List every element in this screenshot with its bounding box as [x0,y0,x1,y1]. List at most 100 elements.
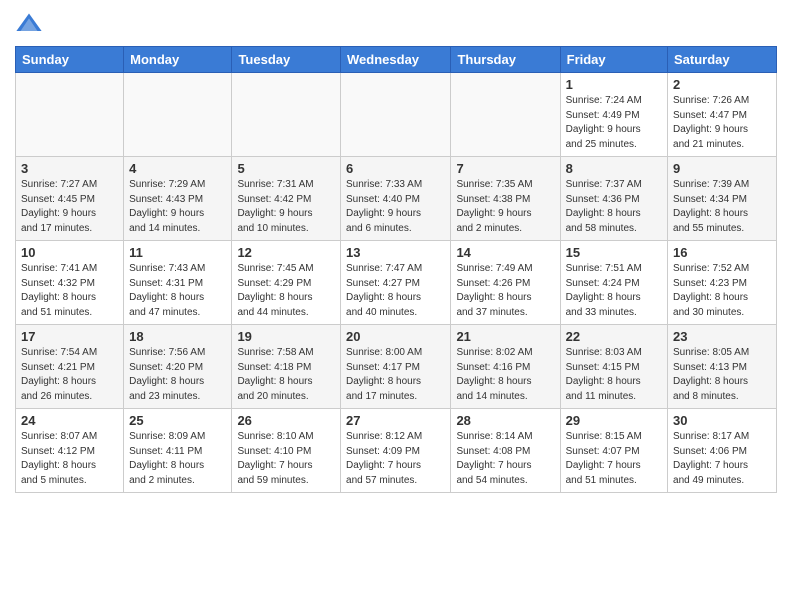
day-number: 14 [456,245,554,260]
calendar-cell: 8Sunrise: 7:37 AM Sunset: 4:36 PM Daylig… [560,157,667,241]
day-number: 15 [566,245,662,260]
day-info: Sunrise: 7:47 AM Sunset: 4:27 PM Dayligh… [346,262,445,320]
calendar-cell: 29 Sunrise: 8:15 AM Sunset: 4:07 PM Dayli… [560,409,667,493]
day-info: Sunrise: 7:43 AM Sunset: 4:31 PM Dayligh… [129,262,226,320]
calendar-cell [232,73,341,157]
calendar-cell: 21Sunrise: 8:02 AM Sunset: 4:16 PM Dayli… [451,325,560,409]
calendar-cell: 23 Sunrise: 8:05 AM Sunset: 4:13 PM Dayli… [668,325,777,409]
header [15,10,777,38]
calendar: Sunday Monday Tuesday Wednesday Thursday… [15,46,777,493]
day-number: 1 [566,77,662,92]
day-number: 17 [21,329,118,344]
day-info: Sunrise: 7:24 AM Sunset: 4:49 PM Dayligh… [566,94,662,152]
calendar-cell: 28 Sunrise: 8:14 AM Sunset: 4:08 PM Dayli… [451,409,560,493]
day-info: Sunrise: 8:10 AM Sunset: 4:10 PM Dayligh… [237,430,335,488]
day-info: Sunrise: 8:03 AM Sunset: 4:15 PM Dayligh… [566,346,662,404]
calendar-header-row: Sunday Monday Tuesday Wednesday Thursday… [16,47,777,73]
day-number: 7 [456,161,554,176]
day-number: 10 [21,245,118,260]
day-number: 22 [566,329,662,344]
day-info: Sunrise: 8:15 AM Sunset: 4:07 PM Dayligh… [566,430,662,488]
calendar-cell: 3 Sunrise: 7:27 AM Sunset: 4:45 PM Daylig… [16,157,124,241]
calendar-cell: 26 Sunrise: 8:10 AM Sunset: 4:10 PM Dayli… [232,409,341,493]
day-number: 6 [346,161,445,176]
calendar-cell: 12 Sunrise: 7:45 AM Sunset: 4:29 PM Dayli… [232,241,341,325]
calendar-cell: 20 Sunrise: 8:00 AM Sunset: 4:17 PM Dayli… [341,325,451,409]
day-number: 27 [346,413,445,428]
day-info: Sunrise: 7:45 AM Sunset: 4:29 PM Dayligh… [237,262,335,320]
day-info: Sunrise: 7:49 AM Sunset: 4:26 PM Dayligh… [456,262,554,320]
col-saturday: Saturday [668,47,777,73]
page: Sunday Monday Tuesday Wednesday Thursday… [0,0,792,612]
day-info: Sunrise: 8:05 AM Sunset: 4:13 PM Dayligh… [673,346,771,404]
calendar-week-row: 10 Sunrise: 7:41 AM Sunset: 4:32 PM Dayli… [16,241,777,325]
day-number: 11 [129,245,226,260]
day-info: Sunrise: 8:00 AM Sunset: 4:17 PM Dayligh… [346,346,445,404]
calendar-cell [341,73,451,157]
col-friday: Friday [560,47,667,73]
calendar-cell: 14 Sunrise: 7:49 AM Sunset: 4:26 PM Dayli… [451,241,560,325]
calendar-cell: 10 Sunrise: 7:41 AM Sunset: 4:32 PM Dayli… [16,241,124,325]
calendar-cell: 15 Sunrise: 7:51 AM Sunset: 4:24 PM Dayli… [560,241,667,325]
day-number: 21 [456,329,554,344]
calendar-week-row: 24Sunrise: 8:07 AM Sunset: 4:12 PM Dayli… [16,409,777,493]
calendar-cell: 6 Sunrise: 7:33 AM Sunset: 4:40 PM Daylig… [341,157,451,241]
col-tuesday: Tuesday [232,47,341,73]
day-info: Sunrise: 7:41 AM Sunset: 4:32 PM Dayligh… [21,262,118,320]
col-thursday: Thursday [451,47,560,73]
day-info: Sunrise: 7:39 AM Sunset: 4:34 PM Dayligh… [673,178,771,236]
calendar-cell: 1 Sunrise: 7:24 AM Sunset: 4:49 PM Daylig… [560,73,667,157]
col-wednesday: Wednesday [341,47,451,73]
calendar-cell: 5 Sunrise: 7:31 AM Sunset: 4:42 PM Daylig… [232,157,341,241]
calendar-cell: 18Sunrise: 7:56 AM Sunset: 4:20 PM Dayli… [124,325,232,409]
day-number: 28 [456,413,554,428]
day-info: Sunrise: 8:14 AM Sunset: 4:08 PM Dayligh… [456,430,554,488]
day-number: 5 [237,161,335,176]
calendar-week-row: 17Sunrise: 7:54 AM Sunset: 4:21 PM Dayli… [16,325,777,409]
day-number: 20 [346,329,445,344]
day-number: 29 [566,413,662,428]
day-number: 23 [673,329,771,344]
calendar-week-row: 3 Sunrise: 7:27 AM Sunset: 4:45 PM Daylig… [16,157,777,241]
calendar-cell: 11 Sunrise: 7:43 AM Sunset: 4:31 PM Dayli… [124,241,232,325]
day-info: Sunrise: 7:35 AM Sunset: 4:38 PM Dayligh… [456,178,554,236]
calendar-cell: 9 Sunrise: 7:39 AM Sunset: 4:34 PM Daylig… [668,157,777,241]
day-number: 9 [673,161,771,176]
calendar-week-row: 1 Sunrise: 7:24 AM Sunset: 4:49 PM Daylig… [16,73,777,157]
day-number: 12 [237,245,335,260]
day-info: Sunrise: 7:33 AM Sunset: 4:40 PM Dayligh… [346,178,445,236]
day-number: 4 [129,161,226,176]
day-info: Sunrise: 7:31 AM Sunset: 4:42 PM Dayligh… [237,178,335,236]
calendar-cell: 27 Sunrise: 8:12 AM Sunset: 4:09 PM Dayli… [341,409,451,493]
col-sunday: Sunday [16,47,124,73]
day-info: Sunrise: 8:09 AM Sunset: 4:11 PM Dayligh… [129,430,226,488]
day-info: Sunrise: 7:56 AM Sunset: 4:20 PM Dayligh… [129,346,226,404]
calendar-cell: 24Sunrise: 8:07 AM Sunset: 4:12 PM Dayli… [16,409,124,493]
calendar-cell: 19Sunrise: 7:58 AM Sunset: 4:18 PM Dayli… [232,325,341,409]
calendar-cell [124,73,232,157]
calendar-cell: 7 Sunrise: 7:35 AM Sunset: 4:38 PM Daylig… [451,157,560,241]
logo-icon [15,10,43,38]
day-number: 26 [237,413,335,428]
logo [15,10,47,38]
calendar-cell: 4Sunrise: 7:29 AM Sunset: 4:43 PM Daylig… [124,157,232,241]
calendar-cell: 16Sunrise: 7:52 AM Sunset: 4:23 PM Dayli… [668,241,777,325]
day-info: Sunrise: 8:17 AM Sunset: 4:06 PM Dayligh… [673,430,771,488]
day-number: 8 [566,161,662,176]
day-info: Sunrise: 8:07 AM Sunset: 4:12 PM Dayligh… [21,430,118,488]
day-number: 30 [673,413,771,428]
day-info: Sunrise: 8:12 AM Sunset: 4:09 PM Dayligh… [346,430,445,488]
calendar-cell: 17Sunrise: 7:54 AM Sunset: 4:21 PM Dayli… [16,325,124,409]
calendar-cell [451,73,560,157]
calendar-cell: 2 Sunrise: 7:26 AM Sunset: 4:47 PM Daylig… [668,73,777,157]
day-info: Sunrise: 7:58 AM Sunset: 4:18 PM Dayligh… [237,346,335,404]
day-number: 3 [21,161,118,176]
day-number: 2 [673,77,771,92]
calendar-cell: 25 Sunrise: 8:09 AM Sunset: 4:11 PM Dayli… [124,409,232,493]
calendar-cell: 30 Sunrise: 8:17 AM Sunset: 4:06 PM Dayli… [668,409,777,493]
day-info: Sunrise: 7:27 AM Sunset: 4:45 PM Dayligh… [21,178,118,236]
day-info: Sunrise: 7:26 AM Sunset: 4:47 PM Dayligh… [673,94,771,152]
day-info: Sunrise: 7:51 AM Sunset: 4:24 PM Dayligh… [566,262,662,320]
day-number: 25 [129,413,226,428]
day-info: Sunrise: 7:52 AM Sunset: 4:23 PM Dayligh… [673,262,771,320]
